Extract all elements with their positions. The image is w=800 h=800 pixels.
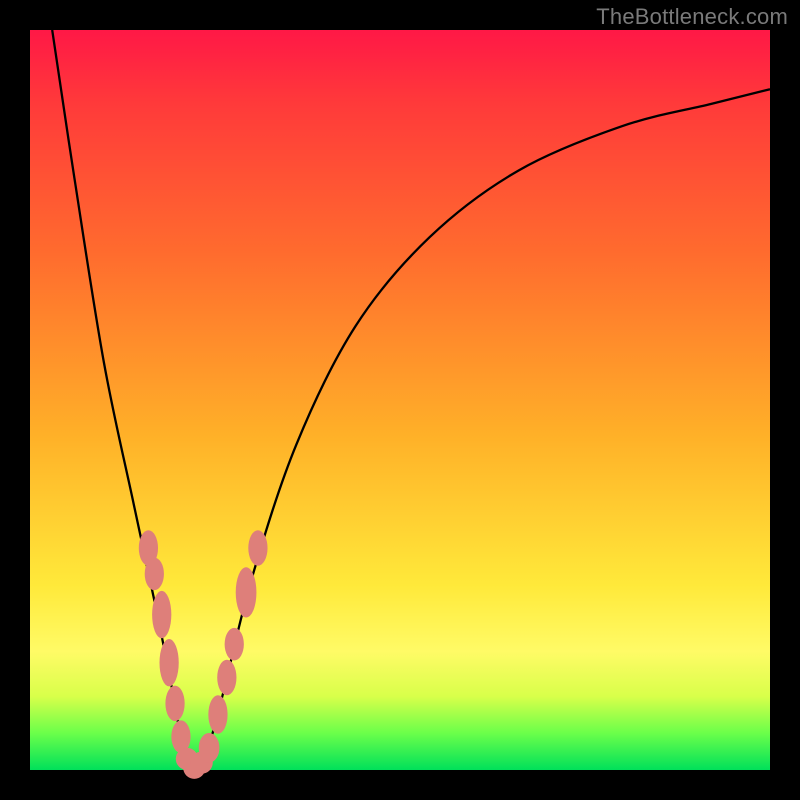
chart-frame: TheBottleneck.com <box>0 0 800 800</box>
bead-group <box>139 530 268 779</box>
bead <box>236 567 257 617</box>
watermark-label: TheBottleneck.com <box>596 4 788 30</box>
bead <box>199 733 220 763</box>
bead <box>165 686 184 722</box>
plot-area <box>30 30 770 770</box>
bead <box>225 628 244 661</box>
chart-svg <box>30 30 770 770</box>
bead <box>160 639 179 686</box>
bead <box>248 530 267 566</box>
bead <box>217 660 236 696</box>
bead <box>152 591 171 638</box>
bead <box>145 558 164 591</box>
bead <box>208 695 227 733</box>
